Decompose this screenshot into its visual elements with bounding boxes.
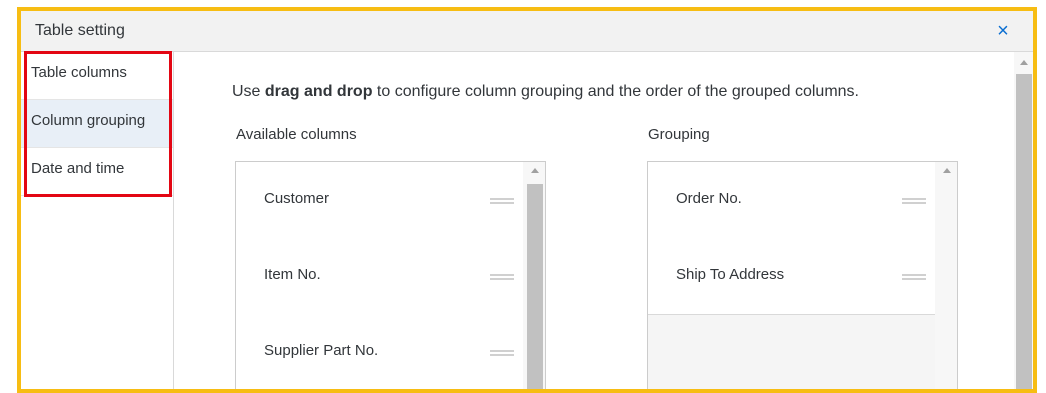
scrollbar-thumb[interactable]: [527, 184, 543, 389]
list-item-label: Supplier Part No.: [264, 342, 379, 359]
dialog-title: Table setting: [35, 22, 125, 39]
sidebar-item-label: Table columns: [31, 64, 127, 81]
list-item-label: Order No.: [676, 190, 742, 207]
drag-handle-icon[interactable]: [902, 198, 926, 204]
list-item[interactable]: Item No.: [236, 238, 524, 315]
available-columns-scrollbar[interactable]: [523, 162, 545, 389]
close-icon[interactable]: ×: [993, 19, 1013, 43]
grouping-list[interactable]: Order No. Ship To Address: [647, 161, 958, 389]
list-item[interactable]: Supplier Part No.: [236, 314, 524, 389]
list-item[interactable]: Order No.: [648, 162, 936, 239]
list-item[interactable]: Customer: [236, 162, 524, 239]
list-item-label: Customer: [264, 190, 330, 207]
dialog-header: Table setting ×: [21, 11, 1033, 52]
sidebar-item-label: Column grouping: [31, 112, 146, 129]
drag-handle-icon[interactable]: [490, 350, 514, 356]
dialog-scrollbar[interactable]: [1014, 52, 1033, 389]
drag-handle-icon[interactable]: [490, 274, 514, 280]
scroll-up-icon[interactable]: [531, 168, 539, 173]
available-columns-label: Available columns: [236, 126, 357, 143]
grouping-drop-zone[interactable]: [648, 315, 936, 389]
scrollbar-thumb[interactable]: [1016, 74, 1032, 389]
settings-sidebar: Table columns Column grouping Date and t…: [21, 52, 174, 389]
sidebar-item-table-columns[interactable]: Table columns: [21, 52, 173, 100]
grouping-scrollbar[interactable]: [935, 162, 957, 389]
list-item[interactable]: Ship To Address: [648, 238, 936, 315]
grouping-label: Grouping: [648, 126, 710, 143]
instruction-emphasis: drag and drop: [264, 83, 373, 100]
list-item-label: Ship To Address: [676, 266, 785, 283]
drag-handle-icon[interactable]: [490, 198, 514, 204]
table-setting-dialog: Table setting × Table columns Column gro…: [17, 7, 1037, 393]
available-columns-list[interactable]: Customer Item No. Supplier Part No.: [235, 161, 546, 389]
column-grouping-panel: Use drag and drop to configure column gr…: [174, 52, 1033, 389]
sidebar-item-label: Date and time: [31, 160, 125, 177]
sidebar-item-date-and-time[interactable]: Date and time: [21, 148, 173, 196]
list-item-label: Item No.: [264, 266, 321, 283]
scroll-up-icon[interactable]: [943, 168, 951, 173]
drag-handle-icon[interactable]: [902, 274, 926, 280]
instruction-text: Use drag and drop to configure column gr…: [232, 83, 859, 100]
sidebar-item-column-grouping[interactable]: Column grouping: [21, 100, 173, 148]
scroll-up-icon[interactable]: [1020, 60, 1028, 65]
